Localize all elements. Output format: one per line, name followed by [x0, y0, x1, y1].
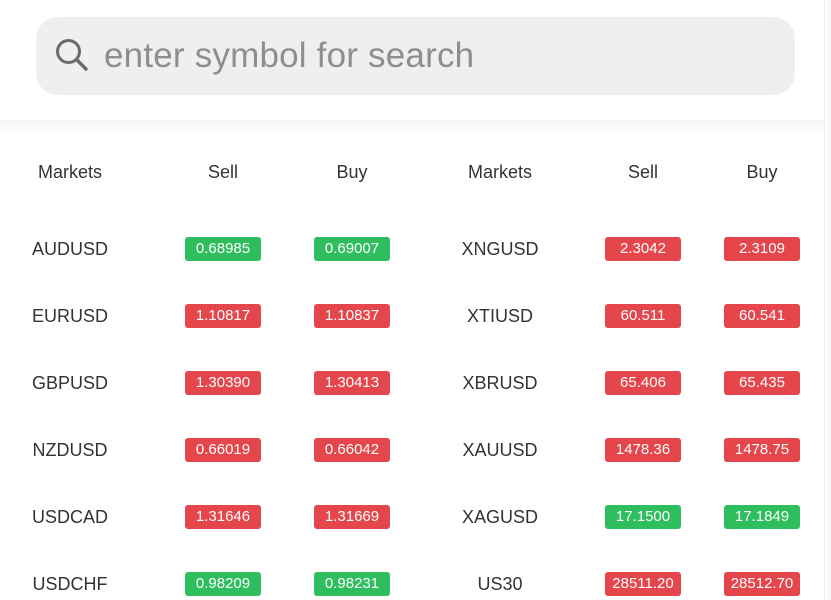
symbol-xauusd[interactable]: XAUUSD [454, 440, 546, 461]
buy-price[interactable]: 1.30413 [314, 371, 390, 395]
symbol-usdcad[interactable]: USDCAD [24, 507, 116, 528]
quote-row: USDCAD 1.31646 1.31669 XAGUSD 17.1500 17… [0, 499, 825, 539]
quote-row: AUDUSD 0.68985 0.69007 XNGUSD 2.3042 2.3… [0, 231, 825, 271]
sell-price[interactable]: 0.66019 [185, 438, 261, 462]
search-bar[interactable]: enter symbol for search [36, 17, 795, 95]
buy-price[interactable]: 1.10837 [314, 304, 390, 328]
header-buy-right: Buy [746, 162, 778, 182]
buy-price[interactable]: 0.98231 [314, 572, 390, 596]
scroll-edge [824, 0, 831, 600]
sell-price[interactable]: 1478.36 [605, 438, 681, 462]
sell-price[interactable]: 1.30390 [185, 371, 261, 395]
buy-price[interactable]: 0.69007 [314, 237, 390, 261]
quote-row: USDCHF 0.98209 0.98231 US30 28511.20 285… [0, 566, 825, 600]
sell-price[interactable]: 65.406 [605, 371, 681, 395]
buy-price[interactable]: 1478.75 [724, 438, 800, 462]
buy-price[interactable]: 1.31669 [314, 505, 390, 529]
buy-price[interactable]: 65.435 [724, 371, 800, 395]
symbol-audusd[interactable]: AUDUSD [24, 239, 116, 260]
search-icon [54, 37, 90, 73]
buy-price[interactable]: 60.541 [724, 304, 800, 328]
quote-row: GBPUSD 1.30390 1.30413 XBRUSD 65.406 65.… [0, 365, 825, 405]
symbol-us30[interactable]: US30 [454, 574, 546, 595]
header-markets-right: Markets [467, 162, 532, 182]
quote-row: NZDUSD 0.66019 0.66042 XAUUSD 1478.36 14… [0, 432, 825, 472]
symbol-xngusd[interactable]: XNGUSD [454, 239, 546, 260]
buy-price[interactable]: 0.66042 [314, 438, 390, 462]
header-sell-left: Sell [207, 162, 238, 182]
sell-price[interactable]: 1.10817 [185, 304, 261, 328]
sell-price[interactable]: 1.31646 [185, 505, 261, 529]
header-sell-right: Sell [627, 162, 658, 182]
symbol-xtiusd[interactable]: XTIUSD [454, 306, 546, 327]
symbol-xagusd[interactable]: XAGUSD [454, 507, 546, 528]
sell-price[interactable]: 60.511 [605, 304, 681, 328]
sell-price[interactable]: 0.98209 [185, 572, 261, 596]
symbol-eurusd[interactable]: EURUSD [24, 306, 116, 327]
sell-price[interactable]: 17.1500 [605, 505, 681, 529]
buy-price[interactable]: 17.1849 [724, 505, 800, 529]
sell-price[interactable]: 2.3042 [605, 237, 681, 261]
header-buy-left: Buy [336, 162, 368, 182]
symbol-gbpusd[interactable]: GBPUSD [24, 373, 116, 394]
buy-price[interactable]: 28512.70 [724, 572, 800, 596]
header-markets-left: Markets [37, 162, 102, 182]
sell-price[interactable]: 0.68985 [185, 237, 261, 261]
buy-price[interactable]: 2.3109 [724, 237, 800, 261]
header-divider [0, 120, 825, 138]
symbol-xbrusd[interactable]: XBRUSD [454, 373, 546, 394]
search-input-placeholder[interactable]: enter symbol for search [104, 36, 474, 76]
market-quotes-screen: enter symbol for search Markets Sell Buy… [0, 0, 831, 600]
sell-price[interactable]: 28511.20 [605, 572, 681, 596]
quote-row: EURUSD 1.10817 1.10837 XTIUSD 60.511 60.… [0, 298, 825, 338]
symbol-nzdusd[interactable]: NZDUSD [24, 440, 116, 461]
symbol-usdchf[interactable]: USDCHF [24, 574, 116, 595]
